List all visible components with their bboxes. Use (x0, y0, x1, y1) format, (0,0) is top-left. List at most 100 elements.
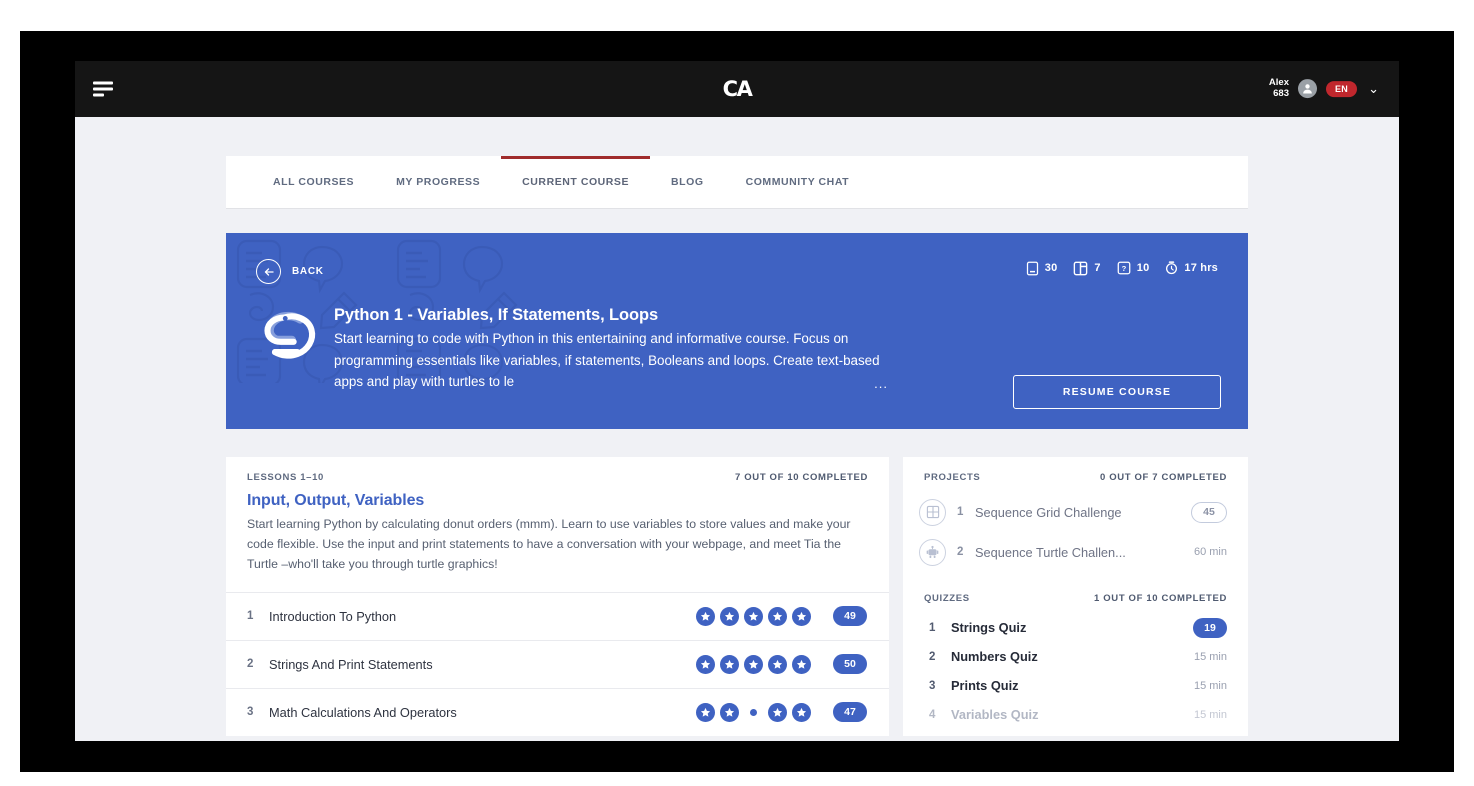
user-area: Alex 683 EN ⌄ (1269, 77, 1379, 100)
quizzes-section-label: QUIZZES (924, 593, 970, 604)
stat-quizzes-value: 10 (1136, 262, 1150, 274)
table-row[interactable]: 3 Math Calculations And Operators 47 (226, 687, 889, 736)
star-icon (744, 606, 763, 626)
lesson-name: Strings And Print Statements (269, 656, 433, 672)
list-item[interactable]: 2 Sequence Turtle Challen... 60 min (903, 532, 1248, 572)
quiz-number: 3 (929, 679, 936, 692)
lower-section: LESSONS 1–10 7 OUT OF 10 COMPLETED Input… (226, 457, 1248, 741)
svg-text:?: ? (1121, 264, 1126, 273)
sidebar-panel: PROJECTS 0 OUT OF 7 COMPLETED 1 Sequence… (903, 457, 1248, 736)
tab-community-chat[interactable]: COMMUNITY CHAT (725, 156, 871, 208)
user-info[interactable]: Alex 683 (1269, 77, 1289, 100)
projects-section-label: PROJECTS (924, 472, 981, 483)
star-icon (768, 702, 787, 722)
lessons-header: LESSONS 1–10 7 OUT OF 10 COMPLETED (226, 457, 889, 492)
project-number: 1 (957, 506, 964, 518)
stat-duration: 17 hrs (1165, 260, 1218, 276)
list-item[interactable]: 4 Variables Quiz 15 min (903, 700, 1248, 729)
star-icon (720, 654, 739, 674)
chevron-down-icon[interactable]: ⌄ (1368, 83, 1379, 96)
language-selector[interactable]: EN (1325, 81, 1358, 97)
hero-stats: 30 7 ? 10 17 hrs (1026, 260, 1218, 276)
back-label: BACK (292, 266, 324, 277)
table-row[interactable]: 2 Strings And Print Statements 50 (226, 639, 889, 688)
project-score-badge: 45 (1191, 501, 1227, 523)
hero-text: Python 1 - Variables, If Statements, Loo… (334, 306, 894, 394)
star-icon (720, 702, 739, 722)
description-ellipsis[interactable]: ... (874, 376, 888, 391)
project-name: Sequence Grid Challenge (975, 504, 1122, 520)
person-icon (1303, 84, 1312, 94)
description-fade (664, 370, 894, 394)
user-points: 683 (1273, 88, 1289, 99)
list-item[interactable]: 2 Numbers Quiz 15 min (903, 642, 1248, 671)
project-name: Sequence Turtle Challen... (975, 544, 1126, 560)
star-icon (768, 654, 787, 674)
project-number: 2 (957, 546, 964, 558)
lessons-intro-text: Start learning Python by calculating don… (247, 517, 851, 571)
projects-header: PROJECTS 0 OUT OF 7 COMPLETED (903, 457, 1248, 492)
star-icon (792, 606, 811, 626)
list-item[interactable]: 1 Strings Quiz 19 (903, 613, 1248, 642)
avatar[interactable] (1297, 79, 1317, 99)
quiz-duration: 15 min (1193, 650, 1227, 663)
lessons-panel: LESSONS 1–10 7 OUT OF 10 COMPLETED Input… (226, 457, 889, 736)
tab-all-courses[interactable]: ALL COURSES (252, 156, 375, 208)
lesson-score-badge: 50 (833, 654, 867, 675)
stat-lessons-value: 30 (1044, 262, 1058, 274)
quiz-number: 1 (929, 621, 936, 634)
browser-frame: CA Alex 683 EN ⌄ ALL COURSES MY PROGRESS… (20, 31, 1454, 772)
hero-inner: BACK 30 7 ? 10 17 hrs Python 1 - Variabl… (226, 233, 1248, 429)
book-icon (1026, 261, 1038, 275)
list-item[interactable]: 3 Prints Quiz 15 min (903, 671, 1248, 700)
arrow-left-icon (256, 259, 281, 284)
course-title: Python 1 - Variables, If Statements, Loo… (334, 306, 659, 324)
question-icon: ? (1117, 261, 1131, 275)
top-bar: CA Alex 683 EN ⌄ (75, 61, 1399, 117)
quiz-number: 4 (929, 708, 936, 721)
star-icon (792, 654, 811, 674)
grid-icon (919, 498, 946, 526)
tab-current-course[interactable]: CURRENT COURSE (501, 156, 650, 208)
clock-icon (1166, 261, 1178, 275)
course-hero-banner: BACK 30 7 ? 10 17 hrs Python 1 - Variabl… (226, 233, 1248, 429)
stat-projects: 7 (1073, 261, 1101, 276)
star-icon (696, 702, 715, 722)
star-icon (696, 654, 715, 674)
quiz-name: Numbers Quiz (951, 649, 1038, 664)
quiz-duration: 15 min (1193, 708, 1227, 721)
stat-duration-value: 17 hrs (1184, 262, 1218, 274)
quiz-name: Strings Quiz (951, 620, 1027, 635)
lesson-score-badge: 49 (833, 606, 867, 627)
stat-quizzes: ? 10 (1117, 261, 1150, 275)
lessons-intro-title[interactable]: Input, Output, Variables (247, 492, 868, 510)
resume-course-button[interactable]: RESUME COURSE (1013, 375, 1221, 409)
lesson-stars (696, 606, 811, 626)
app-viewport: CA Alex 683 EN ⌄ ALL COURSES MY PROGRESS… (75, 61, 1399, 741)
star-icon (696, 606, 715, 626)
lessons-progress-label: 7 OUT OF 10 COMPLETED (735, 472, 868, 483)
lesson-name: Introduction To Python (269, 608, 397, 624)
lesson-stars (696, 654, 811, 674)
quiz-name: Variables Quiz (951, 707, 1039, 722)
tab-my-progress[interactable]: MY PROGRESS (375, 156, 501, 208)
list-item[interactable]: 1 Sequence Grid Challenge 45 (903, 492, 1248, 532)
nav-tabs: ALL COURSES MY PROGRESS CURRENT COURSE B… (226, 156, 1248, 208)
lesson-number: 2 (247, 658, 254, 671)
lesson-number: 1 (247, 610, 254, 623)
tab-blog[interactable]: BLOG (650, 156, 725, 208)
hamburger-icon[interactable] (93, 81, 113, 97)
lesson-name: Math Calculations And Operators (269, 704, 457, 720)
project-duration: 60 min (1193, 546, 1227, 558)
stat-lessons: 30 (1026, 261, 1058, 276)
python-snake-icon (256, 306, 334, 393)
brand-logo[interactable]: CA (723, 77, 753, 101)
quizzes-progress-label: 1 OUT OF 10 COMPLETED (1094, 593, 1227, 604)
table-row[interactable]: 1 Introduction To Python 49 (226, 591, 889, 640)
projects-progress-label: 0 OUT OF 7 COMPLETED (1099, 472, 1227, 483)
page-content: ALL COURSES MY PROGRESS CURRENT COURSE B… (75, 156, 1399, 741)
lesson-score-badge: 47 (833, 702, 867, 723)
lessons-intro: Input, Output, Variables Start learning … (226, 492, 889, 592)
course-description-wrap: Start learning to code with Python in th… (334, 328, 894, 394)
lessons-section-label: LESSONS 1–10 (247, 472, 324, 483)
